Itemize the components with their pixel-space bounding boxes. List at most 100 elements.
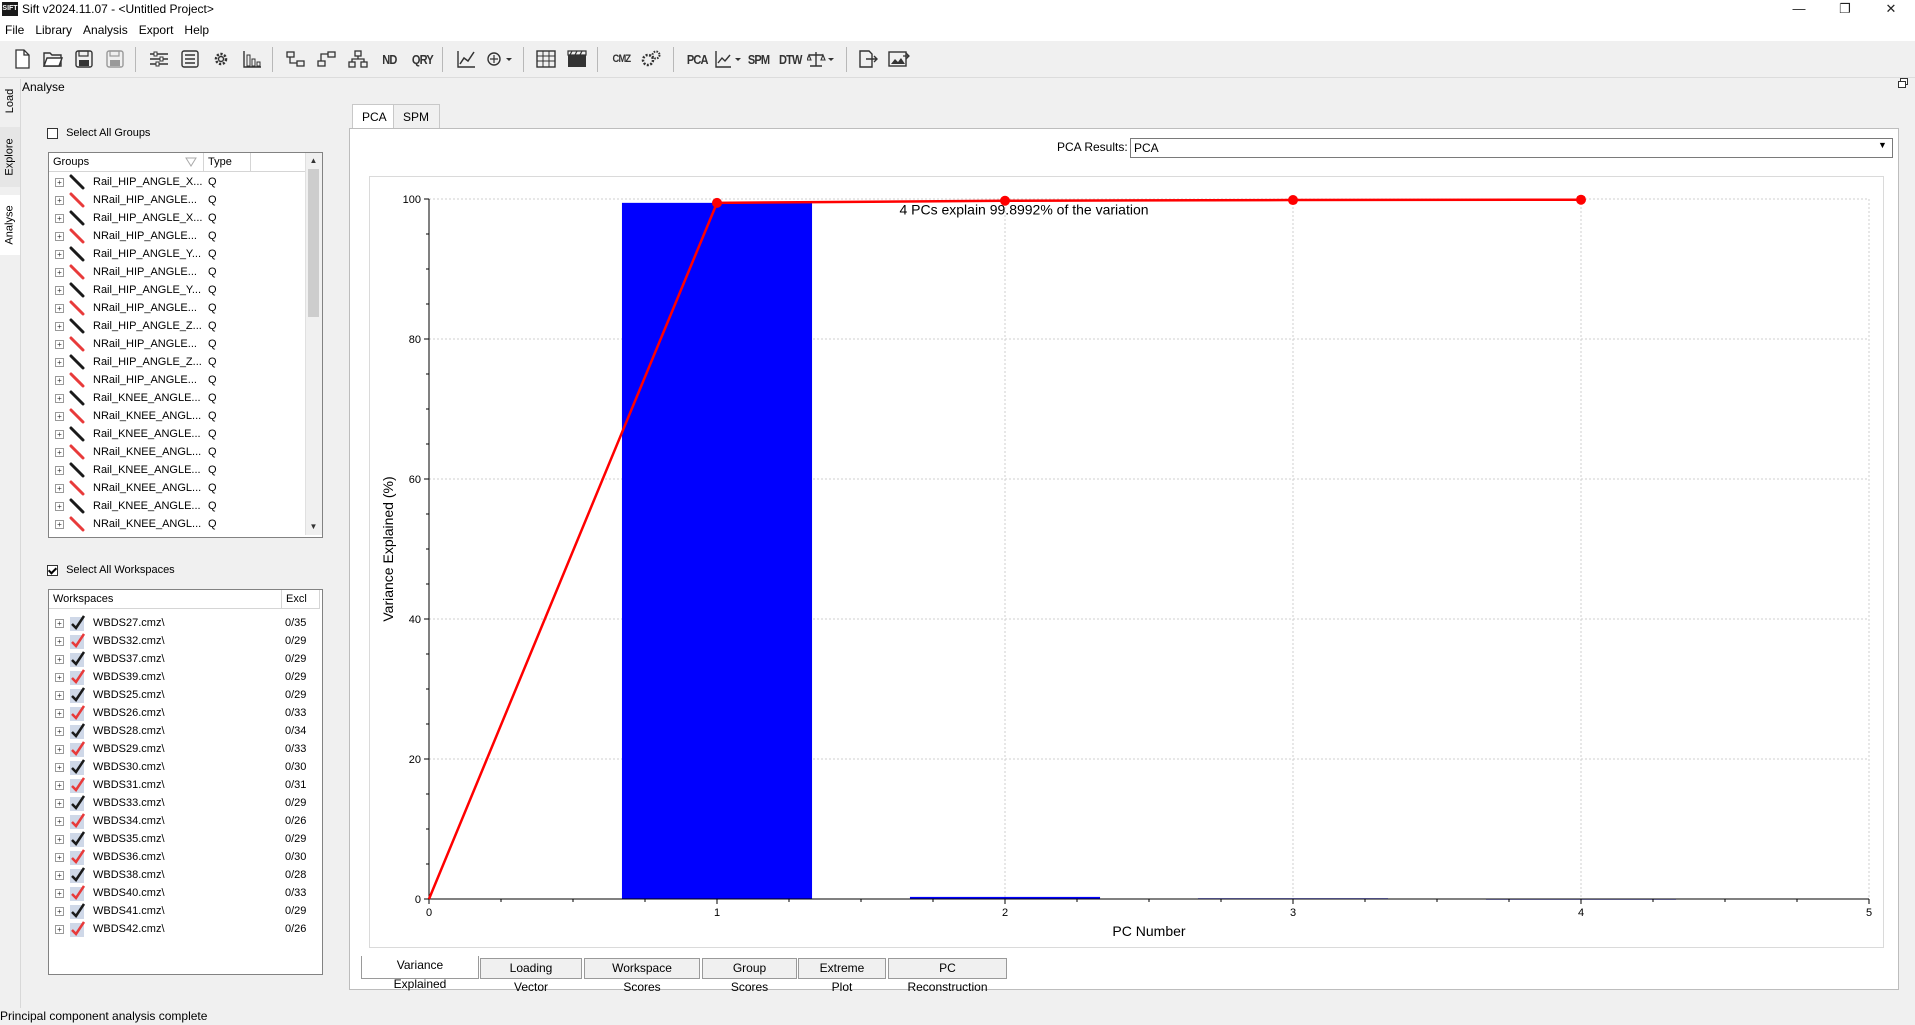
chevron-down-icon[interactable]: ▼ <box>1878 140 1887 150</box>
tab-variance-explained[interactable]: Variance Explained <box>361 956 479 991</box>
group-row[interactable]: + NRail_HIP_ANGLE... Q <box>49 371 305 389</box>
workspace-row[interactable]: + WBDS35.cmz\ 0/29 <box>49 830 320 848</box>
side-tab-load[interactable]: Load <box>0 83 20 119</box>
tab-group-scores[interactable]: Group Scores <box>702 958 797 994</box>
new-file-icon[interactable] <box>10 48 34 70</box>
spm-button[interactable]: SPM <box>745 48 773 70</box>
workspace-row[interactable]: + WBDS37.cmz\ 0/29 <box>49 650 320 668</box>
workspace-row[interactable]: + WBDS40.cmz\ 0/33 <box>49 884 320 902</box>
workspace-row[interactable]: + WBDS34.cmz\ 0/26 <box>49 812 320 830</box>
pca-button[interactable]: PCA <box>683 48 711 70</box>
expand-icon[interactable]: + <box>55 619 64 628</box>
workspace-row[interactable]: + WBDS26.cmz\ 0/33 <box>49 704 320 722</box>
groups-column-header[interactable]: Groups <box>49 153 204 172</box>
minimize-button[interactable]: — <box>1776 0 1822 19</box>
workspace-row[interactable]: + WBDS27.cmz\ 0/35 <box>49 614 320 632</box>
save-as-icon[interactable] <box>103 48 127 70</box>
expand-icon[interactable]: + <box>55 268 64 277</box>
expand-icon[interactable]: + <box>55 232 64 241</box>
group-row[interactable]: + Rail_HIP_ANGLE_Z... Q <box>49 353 305 371</box>
line-plot-icon[interactable] <box>454 48 478 70</box>
image-export-icon[interactable] <box>887 48 911 70</box>
open-folder-icon[interactable] <box>41 48 65 70</box>
expand-icon[interactable]: + <box>55 925 64 934</box>
excl-column-header[interactable]: Excl <box>282 590 320 609</box>
expand-icon[interactable]: + <box>55 691 64 700</box>
group-row[interactable]: + NRail_KNEE_ANGL... Q <box>49 407 305 425</box>
menu-analysis[interactable]: Analysis <box>78 19 134 41</box>
group-row[interactable]: + NRail_HIP_ANGLE... Q <box>49 263 305 281</box>
save-icon[interactable] <box>72 48 96 70</box>
group-row[interactable]: + NRail_KNEE_ANGL... Q <box>49 443 305 461</box>
side-tab-explore[interactable]: Explore <box>0 127 20 187</box>
balance-dropdown-icon[interactable] <box>806 48 838 70</box>
expand-icon[interactable]: + <box>55 376 64 385</box>
expand-icon[interactable]: + <box>55 214 64 223</box>
workspace-row[interactable]: + WBDS36.cmz\ 0/30 <box>49 848 320 866</box>
expand-icon[interactable]: + <box>55 394 64 403</box>
expand-icon[interactable]: + <box>55 304 64 313</box>
tree-left-icon[interactable] <box>284 48 308 70</box>
tab-pca[interactable]: PCA <box>352 104 394 128</box>
hierarchy-icon[interactable] <box>346 48 370 70</box>
dtw-button[interactable]: DTW <box>776 48 804 70</box>
group-row[interactable]: + NRail_HIP_ANGLE... Q <box>49 191 305 209</box>
expand-icon[interactable]: + <box>55 889 64 898</box>
expand-icon[interactable]: + <box>55 430 64 439</box>
scroll-down-icon[interactable]: ▼ <box>306 519 321 534</box>
select-all-workspaces[interactable]: Select All Workspaces <box>47 564 175 576</box>
group-row[interactable]: + Rail_HIP_ANGLE_X... Q <box>49 209 305 227</box>
expand-icon[interactable]: + <box>55 520 64 529</box>
expand-icon[interactable]: + <box>55 502 64 511</box>
groups-scrollbar[interactable]: ▲ ▼ <box>305 153 322 535</box>
tree-right-icon[interactable] <box>315 48 339 70</box>
expand-icon[interactable]: + <box>55 655 64 664</box>
expand-icon[interactable]: + <box>55 727 64 736</box>
undock-icon[interactable] <box>1898 78 1908 91</box>
workspace-row[interactable]: + WBDS25.cmz\ 0/29 <box>49 686 320 704</box>
group-row[interactable]: + Rail_HIP_ANGLE_Y... Q <box>49 281 305 299</box>
expand-icon[interactable]: + <box>55 709 64 718</box>
expand-icon[interactable]: + <box>55 853 64 862</box>
group-row[interactable]: + NRail_HIP_ANGLE... Q <box>49 227 305 245</box>
film-clip-icon[interactable] <box>565 48 589 70</box>
group-row[interactable]: + NRail_KNEE_ANGL... Q <box>49 515 305 533</box>
group-row[interactable]: + Rail_KNEE_ANGLE... Q <box>49 389 305 407</box>
menu-export[interactable]: Export <box>134 19 180 41</box>
expand-icon[interactable]: + <box>55 763 64 772</box>
expand-icon[interactable]: + <box>55 817 64 826</box>
group-row[interactable]: + NRail_HIP_ANGLE... Q <box>49 299 305 317</box>
cmz-button[interactable]: CMZ <box>608 48 634 70</box>
expand-icon[interactable]: + <box>55 412 64 421</box>
gear-icon[interactable] <box>209 48 233 70</box>
expand-icon[interactable]: + <box>55 799 64 808</box>
expand-icon[interactable]: + <box>55 250 64 259</box>
expand-icon[interactable]: + <box>55 340 64 349</box>
expand-icon[interactable]: + <box>55 907 64 916</box>
workspace-row[interactable]: + WBDS33.cmz\ 0/29 <box>49 794 320 812</box>
group-row[interactable]: + Rail_HIP_ANGLE_X... Q <box>49 173 305 191</box>
tab-workspace-scores[interactable]: Workspace Scores <box>584 958 700 994</box>
filter-dropdown-icon[interactable] <box>484 48 516 70</box>
expand-icon[interactable]: + <box>55 673 64 682</box>
gears-icon[interactable] <box>639 48 663 70</box>
workspace-row[interactable]: + WBDS31.cmz\ 0/31 <box>49 776 320 794</box>
expand-icon[interactable]: + <box>55 871 64 880</box>
tab-loading-vector[interactable]: Loading Vector <box>480 958 582 994</box>
list-view-icon[interactable] <box>178 48 202 70</box>
workspace-row[interactable]: + WBDS30.cmz\ 0/30 <box>49 758 320 776</box>
expand-icon[interactable]: + <box>55 835 64 844</box>
table-icon[interactable] <box>534 48 558 70</box>
group-row[interactable]: + Rail_KNEE_ANGLE... Q <box>49 425 305 443</box>
menu-file[interactable]: File <box>0 19 30 41</box>
query-button[interactable]: QRY <box>408 48 436 70</box>
bar-chart-icon[interactable] <box>240 48 264 70</box>
tab-spm[interactable]: SPM <box>394 104 440 128</box>
group-row[interactable]: + Rail_KNEE_ANGLE... Q <box>49 461 305 479</box>
select-all-groups[interactable]: Select All Groups <box>47 127 150 139</box>
select-all-groups-checkbox[interactable] <box>47 127 58 139</box>
type-column-header[interactable]: Type <box>204 153 251 172</box>
workspace-row[interactable]: + WBDS42.cmz\ 0/26 <box>49 920 320 938</box>
expand-icon[interactable]: + <box>55 637 64 646</box>
workspaces-column-header[interactable]: Workspaces <box>49 590 282 609</box>
